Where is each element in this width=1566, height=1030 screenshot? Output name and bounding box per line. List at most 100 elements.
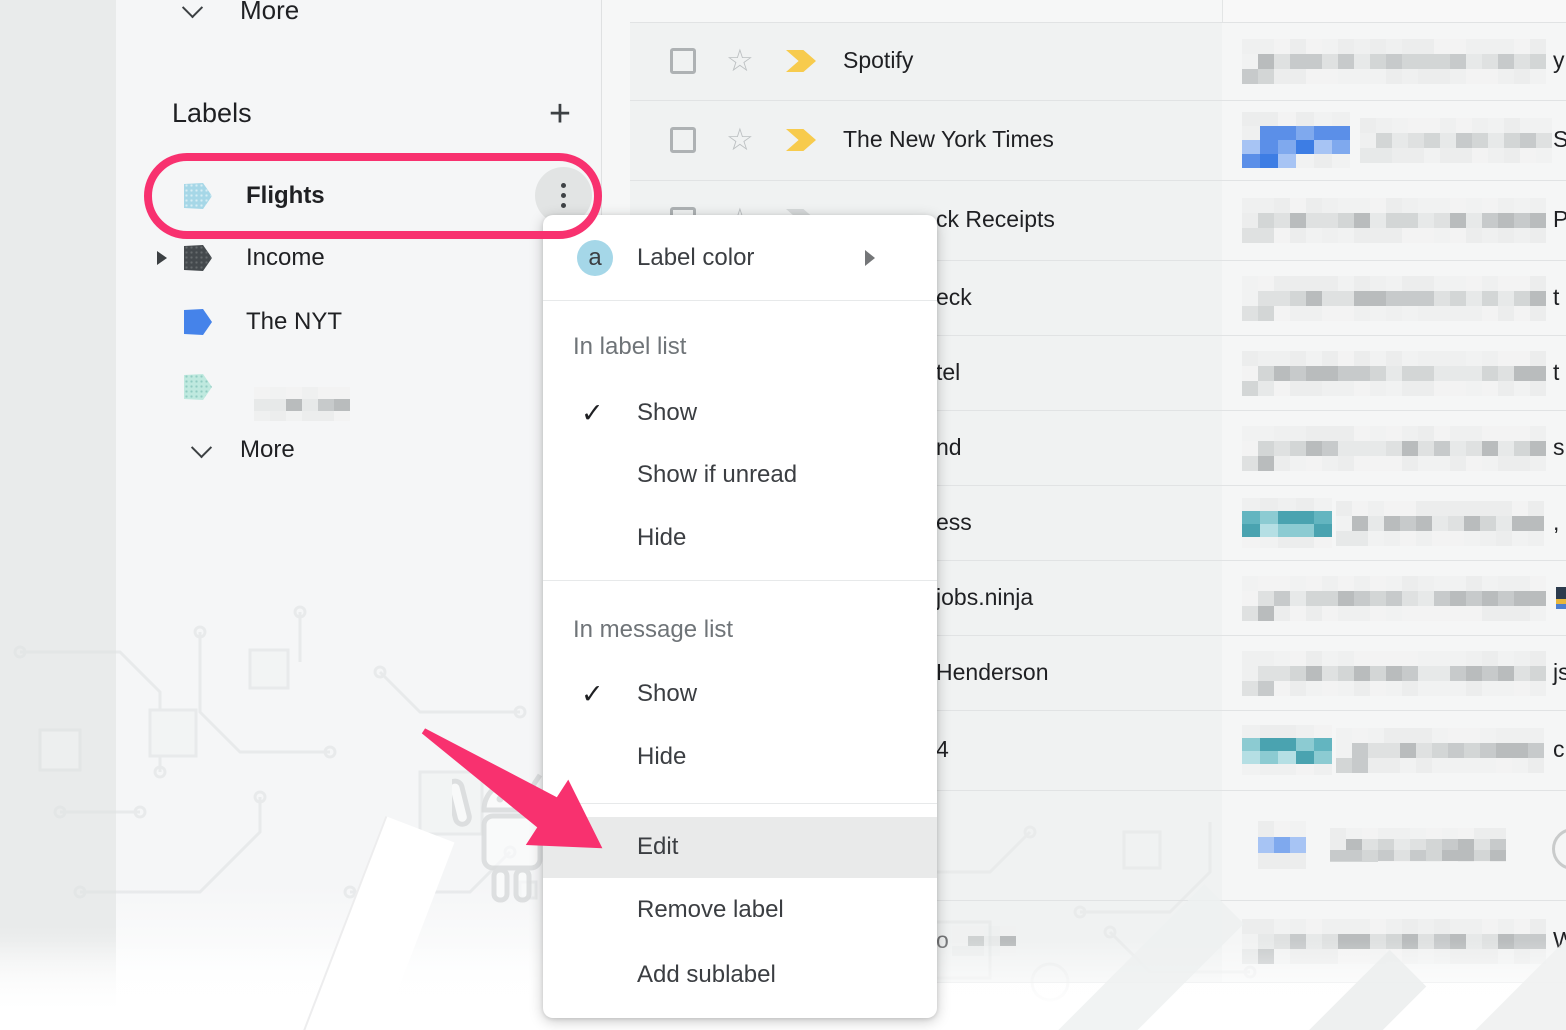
subject-text-fragment: t [1553, 359, 1559, 386]
menu-item-label: Remove label [637, 896, 784, 924]
redacted-text-mosaic [1242, 576, 1550, 621]
star-icon[interactable]: ☆ [726, 45, 754, 76]
sidebar-label-the-nyt[interactable]: The NYT [116, 302, 342, 342]
sidebar-item-label: More [240, 436, 295, 464]
menu-item-label: Show [637, 680, 697, 708]
menu-item-label-color[interactable]: a Label color [543, 233, 937, 283]
redacted-text-mosaic [952, 926, 1018, 956]
menu-item-label: Add sublabel [637, 961, 776, 989]
subject-text-fragment: S [1553, 126, 1566, 153]
sender-name: ess [936, 509, 972, 536]
chevron-down-icon [182, 0, 203, 18]
sidebar-item-more-top[interactable]: More [116, 0, 299, 30]
subject-text-fragment: P [1553, 206, 1566, 233]
menu-divider [543, 580, 937, 581]
redacted-text-mosaic [1242, 919, 1550, 964]
menu-item-add-sublabel[interactable]: Add sublabel [543, 950, 937, 1000]
sender-name: ck Receipts [936, 206, 1055, 233]
menu-divider [543, 803, 937, 804]
subject-text-fragment: , [1553, 509, 1559, 536]
redacted-text-mosaic [1242, 39, 1550, 84]
sender-name: eck [936, 284, 972, 311]
sidebar-label-flights[interactable]: Flights [116, 176, 325, 216]
subject-text-fragment: s [1553, 434, 1565, 461]
redacted-text-mosaic [1258, 821, 1306, 869]
subject-text-fragment: t [1553, 284, 1559, 311]
select-checkbox[interactable] [670, 127, 696, 153]
menu-section-in-label-list: In label list [543, 322, 937, 372]
sidebar-label-name: Flights [246, 182, 325, 210]
sender-name: o [936, 927, 949, 954]
redacted-text-mosaic [1336, 728, 1550, 773]
label-tag-icon [184, 245, 212, 271]
create-label-button[interactable]: + [538, 92, 582, 136]
row-divider [630, 22, 1566, 23]
sidebar-label-redacted[interactable] [116, 367, 212, 407]
menu-section-header: In label list [573, 333, 686, 361]
sender-name: The New York Times [843, 126, 1054, 153]
menu-section-header: In message list [573, 616, 733, 644]
label-color-avatar-icon: a [577, 240, 613, 276]
labels-section-title: Labels [172, 98, 252, 129]
check-icon: ✓ [581, 398, 604, 429]
sidebar-label-income[interactable]: Income [116, 238, 325, 278]
redacted-text-mosaic [1242, 498, 1332, 548]
importance-marker-icon[interactable] [786, 50, 816, 72]
select-checkbox[interactable] [670, 48, 696, 74]
redacted-text-mosaic [1336, 501, 1550, 546]
menu-item-show-label-list[interactable]: ✓ Show [543, 388, 937, 438]
menu-item-show-message-list[interactable]: ✓ Show [543, 669, 937, 719]
chevron-down-icon [191, 437, 212, 458]
sender-name: Spotify [843, 47, 913, 74]
redacted-text-mosaic [1360, 118, 1554, 163]
label-context-menu: a Label color In label list ✓ Show Show … [543, 215, 937, 1018]
menu-divider [543, 300, 937, 301]
sidebar-item-label: More [240, 0, 299, 26]
menu-item-hide-label-list[interactable]: Hide [543, 513, 937, 563]
sidebar-label-name: Income [246, 244, 325, 272]
row-divider [630, 180, 1566, 181]
screenshot-root: More Labels + Flights Income The NYT Mor… [0, 0, 1566, 1030]
row-divider [630, 100, 1566, 101]
sender-name: 4 [936, 736, 949, 763]
page-background-strip [0, 0, 116, 1030]
subject-text-fragment: y [1553, 47, 1565, 74]
check-icon: ✓ [581, 679, 604, 710]
label-tag-icon [184, 309, 212, 335]
menu-item-label: Edit [637, 833, 678, 861]
redacted-text-mosaic [1242, 112, 1356, 168]
label-tag-icon [184, 374, 212, 400]
menu-item-label: Hide [637, 743, 686, 771]
menu-item-label: Show if unread [637, 461, 797, 489]
redacted-text-mosaic [1242, 351, 1550, 396]
sender-name: nd [936, 434, 962, 461]
sender-name: tel [936, 359, 960, 386]
submenu-arrow-icon [865, 250, 875, 266]
menu-item-edit[interactable]: Edit [543, 822, 937, 872]
email-row[interactable]: ☆ The New York Times S [630, 100, 1566, 180]
sidebar-label-name: The NYT [246, 308, 342, 336]
gmail-sidebar [116, 0, 601, 1030]
subject-text-fragment: c [1553, 736, 1565, 763]
importance-marker-icon[interactable] [786, 129, 816, 151]
redacted-text-mosaic [1242, 276, 1550, 321]
redacted-text-mosaic [254, 387, 350, 421]
menu-item-show-if-unread[interactable]: Show if unread [543, 450, 937, 500]
redacted-text-mosaic [1242, 198, 1550, 243]
redacted-text-mosaic [1242, 725, 1332, 775]
redacted-text-mosaic [1242, 651, 1550, 696]
label-tag-icon [184, 183, 212, 209]
menu-item-hide-message-list[interactable]: Hide [543, 732, 937, 782]
menu-item-remove-label[interactable]: Remove label [543, 885, 937, 935]
menu-item-label: Hide [637, 524, 686, 552]
menu-item-label: Label color [637, 244, 754, 272]
sender-name: jobs.ninja [936, 584, 1033, 611]
subject-text-fragment: W [1553, 927, 1566, 954]
redacted-text-mosaic [1242, 426, 1550, 471]
email-row[interactable]: ☆ Spotify y [630, 22, 1566, 100]
star-icon[interactable]: ☆ [726, 124, 754, 155]
redacted-text-mosaic [1330, 828, 1512, 862]
sidebar-item-more-bottom[interactable]: More [116, 430, 295, 470]
menu-item-label: Show [637, 399, 697, 427]
emoji-fragment-icon [1556, 587, 1566, 609]
